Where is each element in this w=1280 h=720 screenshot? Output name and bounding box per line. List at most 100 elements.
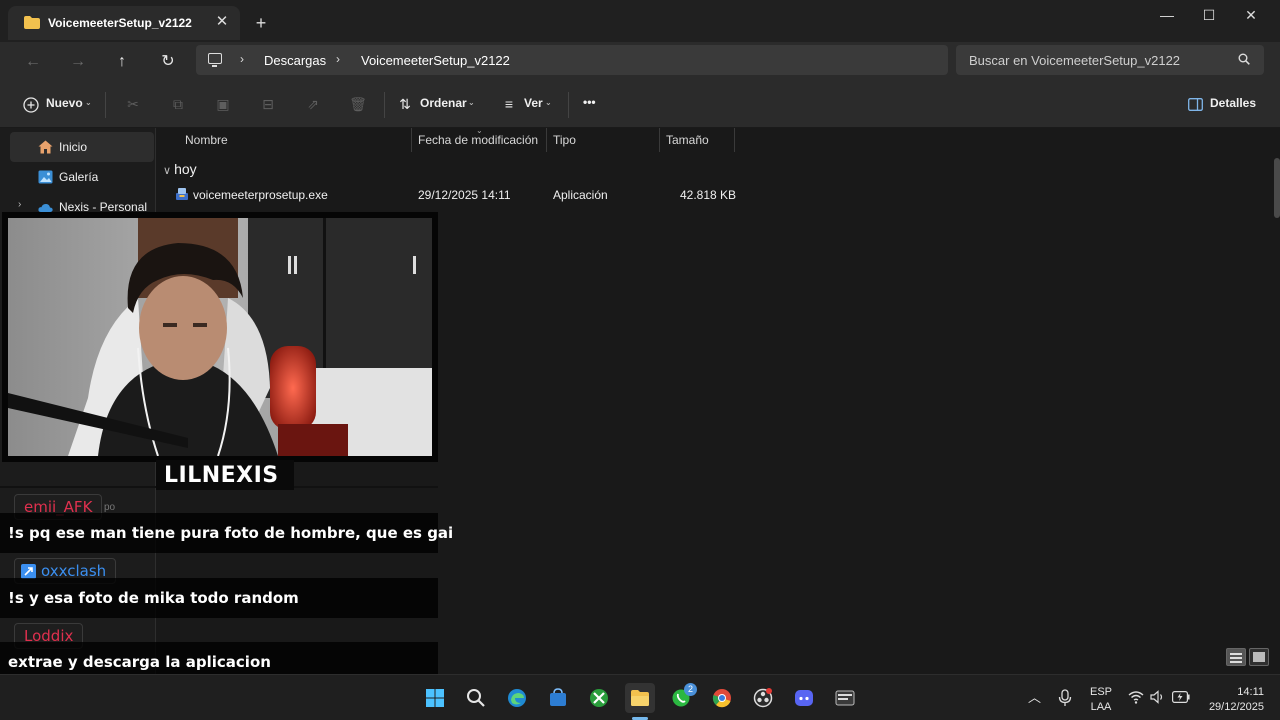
clock-date: 29/12/2025 <box>1208 701 1264 713</box>
file-name: voicemeeterprosetup.exe <box>193 188 328 202</box>
view-button[interactable]: Ver <box>524 96 543 110</box>
search-placeholder: Buscar en VoicemeeterSetup_v2122 <box>969 53 1181 68</box>
obs-icon[interactable] <box>748 683 778 713</box>
volume-icon[interactable] <box>1150 690 1166 704</box>
sidebar-item-inicio[interactable]: Inicio <box>10 132 154 162</box>
webcam-feed <box>8 218 432 456</box>
column-header-name[interactable]: Nombre <box>185 133 228 147</box>
address-bar[interactable]: › Descargas › VoicemeeterSetup_v2122 <box>196 45 948 75</box>
chevron-down-icon: ∨ <box>163 165 172 177</box>
home-icon <box>38 140 53 154</box>
this-pc-icon <box>208 53 222 67</box>
vertical-scrollbar[interactable] <box>1274 158 1280 218</box>
terminal-icon[interactable] <box>830 683 860 713</box>
add-circle-icon <box>23 97 39 113</box>
wifi-icon[interactable] <box>1128 690 1144 704</box>
language-indicator[interactable]: ESP LAA <box>1090 685 1112 715</box>
streamer-name: LILNEXIS <box>164 463 279 488</box>
details-button[interactable]: Detalles <box>1210 96 1256 110</box>
tiles-view-toggle[interactable] <box>1249 648 1269 666</box>
xbox-icon[interactable] <box>584 683 614 713</box>
paste-icon[interactable]: ▣ <box>214 95 232 113</box>
gallery-icon <box>38 170 53 184</box>
column-divider[interactable] <box>546 128 547 152</box>
column-header-size[interactable]: Tamaño <box>666 133 709 147</box>
new-tab-button[interactable]: + <box>250 12 272 34</box>
file-row[interactable]: voicemeeterprosetup.exe 29/12/2025 14:11… <box>171 185 741 207</box>
clock[interactable]: 14:11 29/12/2025 <box>1196 685 1264 715</box>
chevron-down-icon: ⌄ <box>85 98 92 107</box>
file-explorer-icon[interactable] <box>625 683 655 713</box>
delete-icon[interactable]: 🗑 <box>349 95 367 113</box>
cut-icon[interactable]: ✂ <box>124 95 142 113</box>
search-box[interactable]: Buscar en VoicemeeterSetup_v2122 <box>956 45 1264 75</box>
back-button[interactable]: ← <box>20 50 46 74</box>
minimize-button[interactable]: — <box>1144 0 1190 30</box>
folder-icon <box>24 16 40 29</box>
chat-message-text: !s y esa foto de mika todo random <box>8 589 299 607</box>
explorer-tab[interactable]: VoicemeeterSetup_v2122 ✕ <box>8 6 240 40</box>
up-button[interactable]: ↑ <box>109 50 135 74</box>
copy-icon[interactable]: ⧉ <box>169 95 187 113</box>
installer-exe-icon <box>176 188 188 200</box>
divider <box>384 92 385 118</box>
divider <box>105 92 106 118</box>
forward-button[interactable]: → <box>65 50 91 74</box>
sidebar-ghost-text: po <box>104 502 116 513</box>
chevron-up-icon[interactable]: ︿ <box>1028 687 1041 706</box>
taskbar: 2 ︿ ESP LAA 14:11 29/12/2025 <box>0 674 1280 720</box>
edge-icon[interactable] <box>502 683 532 713</box>
sidebar-item-label: Galería <box>59 170 99 184</box>
windows-start-icon[interactable] <box>420 683 450 713</box>
column-header-type[interactable]: Tipo <box>553 133 576 147</box>
chat-message-1: !s pq ese man tiene pura foto de hombre,… <box>0 513 453 553</box>
breadcrumb-descargas[interactable]: Descargas <box>264 53 326 68</box>
divider <box>568 92 569 118</box>
store-icon[interactable] <box>543 683 573 713</box>
clock-time: 14:11 <box>1237 686 1264 698</box>
webcam-image <box>8 218 432 456</box>
chevron-down-icon: ⌄ <box>545 98 552 107</box>
keyboard-layout: LAA <box>1090 701 1112 713</box>
sort-button[interactable]: Ordenar <box>420 96 467 110</box>
whatsapp-icon[interactable]: 2 <box>666 683 697 713</box>
more-options-button[interactable]: ••• <box>583 95 596 109</box>
refresh-button[interactable]: ↻ <box>155 50 181 74</box>
sidebar-item-galeria[interactable]: Galería <box>10 162 154 192</box>
streamer-nameplate: LILNEXIS <box>156 460 294 490</box>
navigation-bar: ← → ↑ ↻ › Descargas › VoicemeeterSetup_v… <box>0 42 1280 82</box>
close-window-button[interactable]: ✕ <box>1228 0 1274 30</box>
group-header-hoy[interactable]: ∨ hoy <box>163 161 197 177</box>
rename-icon[interactable]: ⊟ <box>259 95 277 113</box>
column-divider[interactable] <box>411 128 412 152</box>
chevron-right-icon: › <box>240 52 244 66</box>
file-modified: 29/12/2025 14:11 <box>418 188 511 202</box>
file-size: 42.818 KB <box>680 188 737 202</box>
column-divider[interactable] <box>734 128 735 152</box>
user-badge-icon <box>21 564 36 579</box>
share-icon[interactable]: ⇗ <box>304 95 322 113</box>
search-icon[interactable] <box>461 683 491 713</box>
discord-icon[interactable] <box>789 683 819 713</box>
tab-close-icon[interactable]: ✕ <box>212 12 232 32</box>
chevron-right-icon: › <box>336 52 340 66</box>
sidebar-item-label: Inicio <box>59 140 88 154</box>
breadcrumb-current-folder[interactable]: VoicemeeterSetup_v2122 <box>361 53 510 68</box>
details-view-toggle[interactable] <box>1226 648 1246 666</box>
column-divider[interactable] <box>659 128 660 152</box>
chat-message-text: extrae y descarga la aplicacion <box>8 653 271 671</box>
microphone-icon[interactable] <box>1058 689 1072 707</box>
chevron-down-icon: ⌄ <box>468 98 475 107</box>
battery-icon[interactable] <box>1172 691 1190 703</box>
notification-badge: 2 <box>684 683 697 696</box>
group-label: hoy <box>174 161 197 177</box>
command-bar: Nuevo ⌄ ✂ ⧉ ▣ ⊟ ⇗ 🗑 ⇅ Ordenar ⌄ ≡ Ver ⌄ … <box>0 82 1280 128</box>
maximize-button[interactable]: ☐ <box>1186 0 1232 30</box>
details-pane-icon <box>1188 98 1203 111</box>
chevron-right-icon[interactable]: › <box>18 199 21 210</box>
new-button[interactable]: Nuevo <box>46 96 83 110</box>
column-header-modified[interactable]: Fecha de modificación <box>418 133 538 147</box>
view-list-icon: ≡ <box>504 96 514 112</box>
language-code: ESP <box>1090 686 1113 698</box>
chrome-icon[interactable] <box>707 683 737 713</box>
